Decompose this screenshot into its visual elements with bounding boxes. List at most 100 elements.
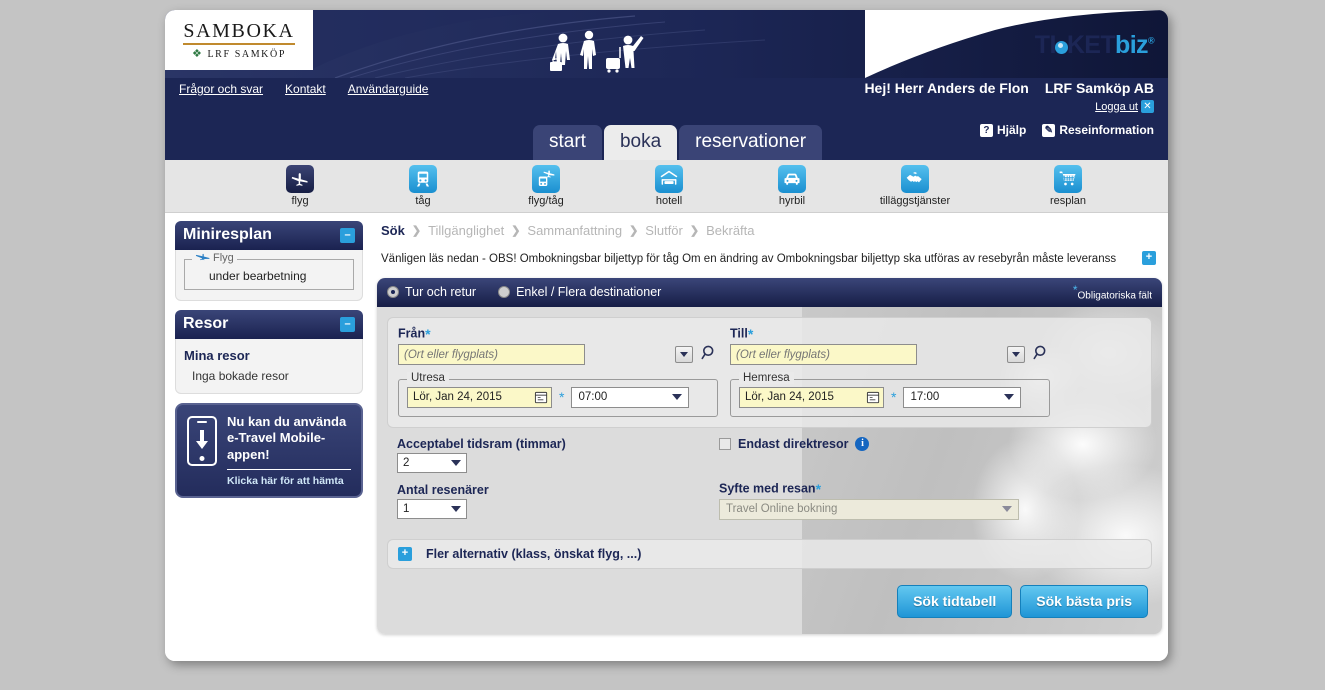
timeframe-value: 2 [403, 456, 410, 469]
ticketbiz-dot-icon [1054, 41, 1068, 54]
ticketbiz-logo[interactable]: TI KETbiz® [1034, 31, 1155, 60]
inbound-date-input[interactable] [739, 386, 884, 408]
more-options-toggle[interactable]: + Fler alternativ (klass, önskat flyg, .… [387, 538, 1152, 569]
product-label: resplan [1049, 195, 1087, 207]
radio-tur-och-retur[interactable]: Tur och retur [387, 285, 476, 299]
mobile-app-promo[interactable]: Nu kan du använda e-Travel Mobile-appen!… [175, 403, 363, 498]
header-swoosh-graphic [165, 10, 1168, 78]
tab-boka[interactable]: boka [603, 125, 678, 160]
quick-links: Frågor och svar Kontakt Användarguide [179, 82, 428, 96]
timeframe-label: Acceptabel tidsram (timmar) [397, 436, 566, 451]
tab-reservationer[interactable]: reservationer [679, 125, 823, 160]
plane-train-icon [532, 165, 560, 193]
search-best-price-button[interactable]: Sök bästa pris [1020, 584, 1148, 618]
product-resplan[interactable]: resplan [1020, 165, 1116, 207]
outbound-date-input[interactable] [407, 386, 552, 408]
car-icon [778, 165, 806, 193]
expand-icon[interactable]: + [398, 546, 412, 561]
product-label: flyg [291, 195, 309, 207]
travellers-label: Antal resenärer [397, 482, 489, 497]
link-userguide[interactable]: Användarguide [348, 82, 429, 96]
breadcrumb-sep-icon: ❯ [411, 225, 422, 237]
main-tabs: start boka reservationer [533, 125, 823, 160]
notice-banner: Vänligen läs nedan - OBS! Ombokningsbar … [381, 251, 1162, 268]
inbound-time-select[interactable]: 17:00 [903, 386, 1022, 408]
direct-only-checkbox[interactable] [719, 437, 731, 450]
info-icon[interactable]: i [855, 436, 870, 451]
from-dropdown-icon[interactable] [675, 346, 693, 364]
small-plane-icon [195, 253, 210, 261]
link-faq[interactable]: Frågor och svar [179, 82, 263, 96]
direct-only-row[interactable]: Endast direktresor i [719, 436, 1039, 451]
logo-subtitle: ❖ LRF SAMKÖP [192, 47, 286, 60]
link-contact[interactable]: Kontakt [285, 82, 326, 96]
from-search-icon[interactable] [701, 344, 718, 366]
expand-notice-icon[interactable]: + [1142, 251, 1156, 265]
tab-start[interactable]: start [533, 125, 602, 160]
purpose-value: Travel Online bokning [726, 503, 838, 516]
product-flyg-tag[interactable]: flyg/tåg [498, 165, 594, 207]
help-button[interactable]: ? Hjälp [979, 123, 1026, 137]
panel-body: Flyg under bearbetning [175, 250, 363, 301]
options-row: Acceptabel tidsram (timmar) 2 Antal rese… [387, 436, 1152, 529]
chevron-down-icon [451, 505, 461, 512]
page-content: Miniresplan – Flyg under bearbetning Res [165, 213, 1168, 661]
search-timetable-button[interactable]: Sök tidtabell [897, 584, 1013, 618]
inbound-date-row: * 17:00 [739, 386, 1041, 410]
cart-icon [1054, 165, 1082, 193]
collapse-icon[interactable]: – [340, 227, 355, 243]
options-right: Endast direktresor i Syfte med resan* Tr… [719, 436, 1039, 529]
search-card: Tur och retur Enkel / Flera destinatione… [377, 277, 1162, 634]
travel-info-button[interactable]: ✎ Reseinformation [1042, 123, 1154, 137]
timeframe-select[interactable]: 2 [397, 452, 467, 473]
radio-label: Enkel / Flera destinationer [516, 284, 662, 299]
to-dropdown-icon[interactable] [1007, 346, 1025, 364]
to-input[interactable] [730, 344, 917, 366]
train-icon [409, 165, 437, 193]
radio-enkel-flera[interactable]: Enkel / Flera destinationer [498, 285, 661, 299]
product-hotell[interactable]: hotell [621, 165, 717, 207]
brand-header: SAMBOKA ❖ LRF SAMKÖP TI KETbiz® [165, 10, 1168, 78]
breadcrumb-sammanfattning[interactable]: Sammanfattning [527, 223, 622, 238]
breadcrumb-sok[interactable]: Sök [381, 223, 405, 238]
product-icon-bar: flyg tåg flyg/tåg hotell hyrbil tilläggs… [165, 160, 1168, 213]
breadcrumb-tillganglighet[interactable]: Tillgänglighet [428, 223, 504, 238]
inbound-fieldset: Hemresa * [730, 371, 1050, 417]
product-tag[interactable]: tåg [375, 165, 471, 207]
ticketbiz-ticket2: KET [1066, 31, 1116, 59]
from-input[interactable] [398, 344, 585, 366]
breadcrumb-slutfor[interactable]: Slutför [645, 223, 683, 238]
promo-title: Nu kan du använda e-Travel Mobile-appen! [227, 414, 347, 462]
from-combo [398, 344, 718, 366]
product-label: hyrbil [778, 195, 806, 207]
samboka-logo[interactable]: SAMBOKA ❖ LRF SAMKÖP [165, 10, 313, 70]
breadcrumb-sep-icon: ❯ [511, 225, 521, 237]
product-tillaggstjanster[interactable]: tilläggstjänster [867, 165, 963, 207]
to-search-icon[interactable] [1033, 344, 1050, 366]
collapse-icon[interactable]: – [340, 316, 355, 332]
product-flyg[interactable]: flyg [252, 165, 348, 207]
to-combo [730, 344, 1050, 366]
promo-cta[interactable]: Klicka här för att hämta [227, 475, 351, 487]
my-trips-heading[interactable]: Mina resor [184, 348, 354, 363]
close-icon[interactable]: ✕ [1141, 100, 1154, 113]
chevron-down-icon [451, 459, 461, 466]
radio-label: Tur och retur [405, 284, 477, 299]
product-label: hotell [655, 195, 683, 207]
logout-link[interactable]: Logga ut [1095, 101, 1138, 113]
purpose-select[interactable]: Travel Online bokning [719, 498, 1019, 520]
product-hyrbil[interactable]: hyrbil [744, 165, 840, 207]
outbound-time-value: 07:00 [578, 391, 608, 404]
company-name: LRF Samköp AB [1044, 80, 1154, 96]
travel-info-label: Reseinformation [1059, 123, 1154, 137]
ticketbiz-ticket: TI [1034, 31, 1057, 59]
calendar-icon[interactable] [534, 390, 549, 410]
logout-row[interactable]: Logga ut ✕ [1095, 100, 1154, 113]
no-trips-message: Inga bokade resor [192, 369, 289, 383]
calendar-icon[interactable] [866, 390, 881, 410]
travellers-select[interactable]: 1 [397, 498, 467, 519]
required-fields-note: *Obligatoriska fält [1072, 282, 1152, 301]
breadcrumb-bekrafta[interactable]: Bekräfta [706, 223, 754, 238]
outbound-time-select[interactable]: 07:00 [571, 386, 690, 408]
more-options-label: Fler alternativ (klass, önskat flyg, ...… [426, 546, 642, 561]
